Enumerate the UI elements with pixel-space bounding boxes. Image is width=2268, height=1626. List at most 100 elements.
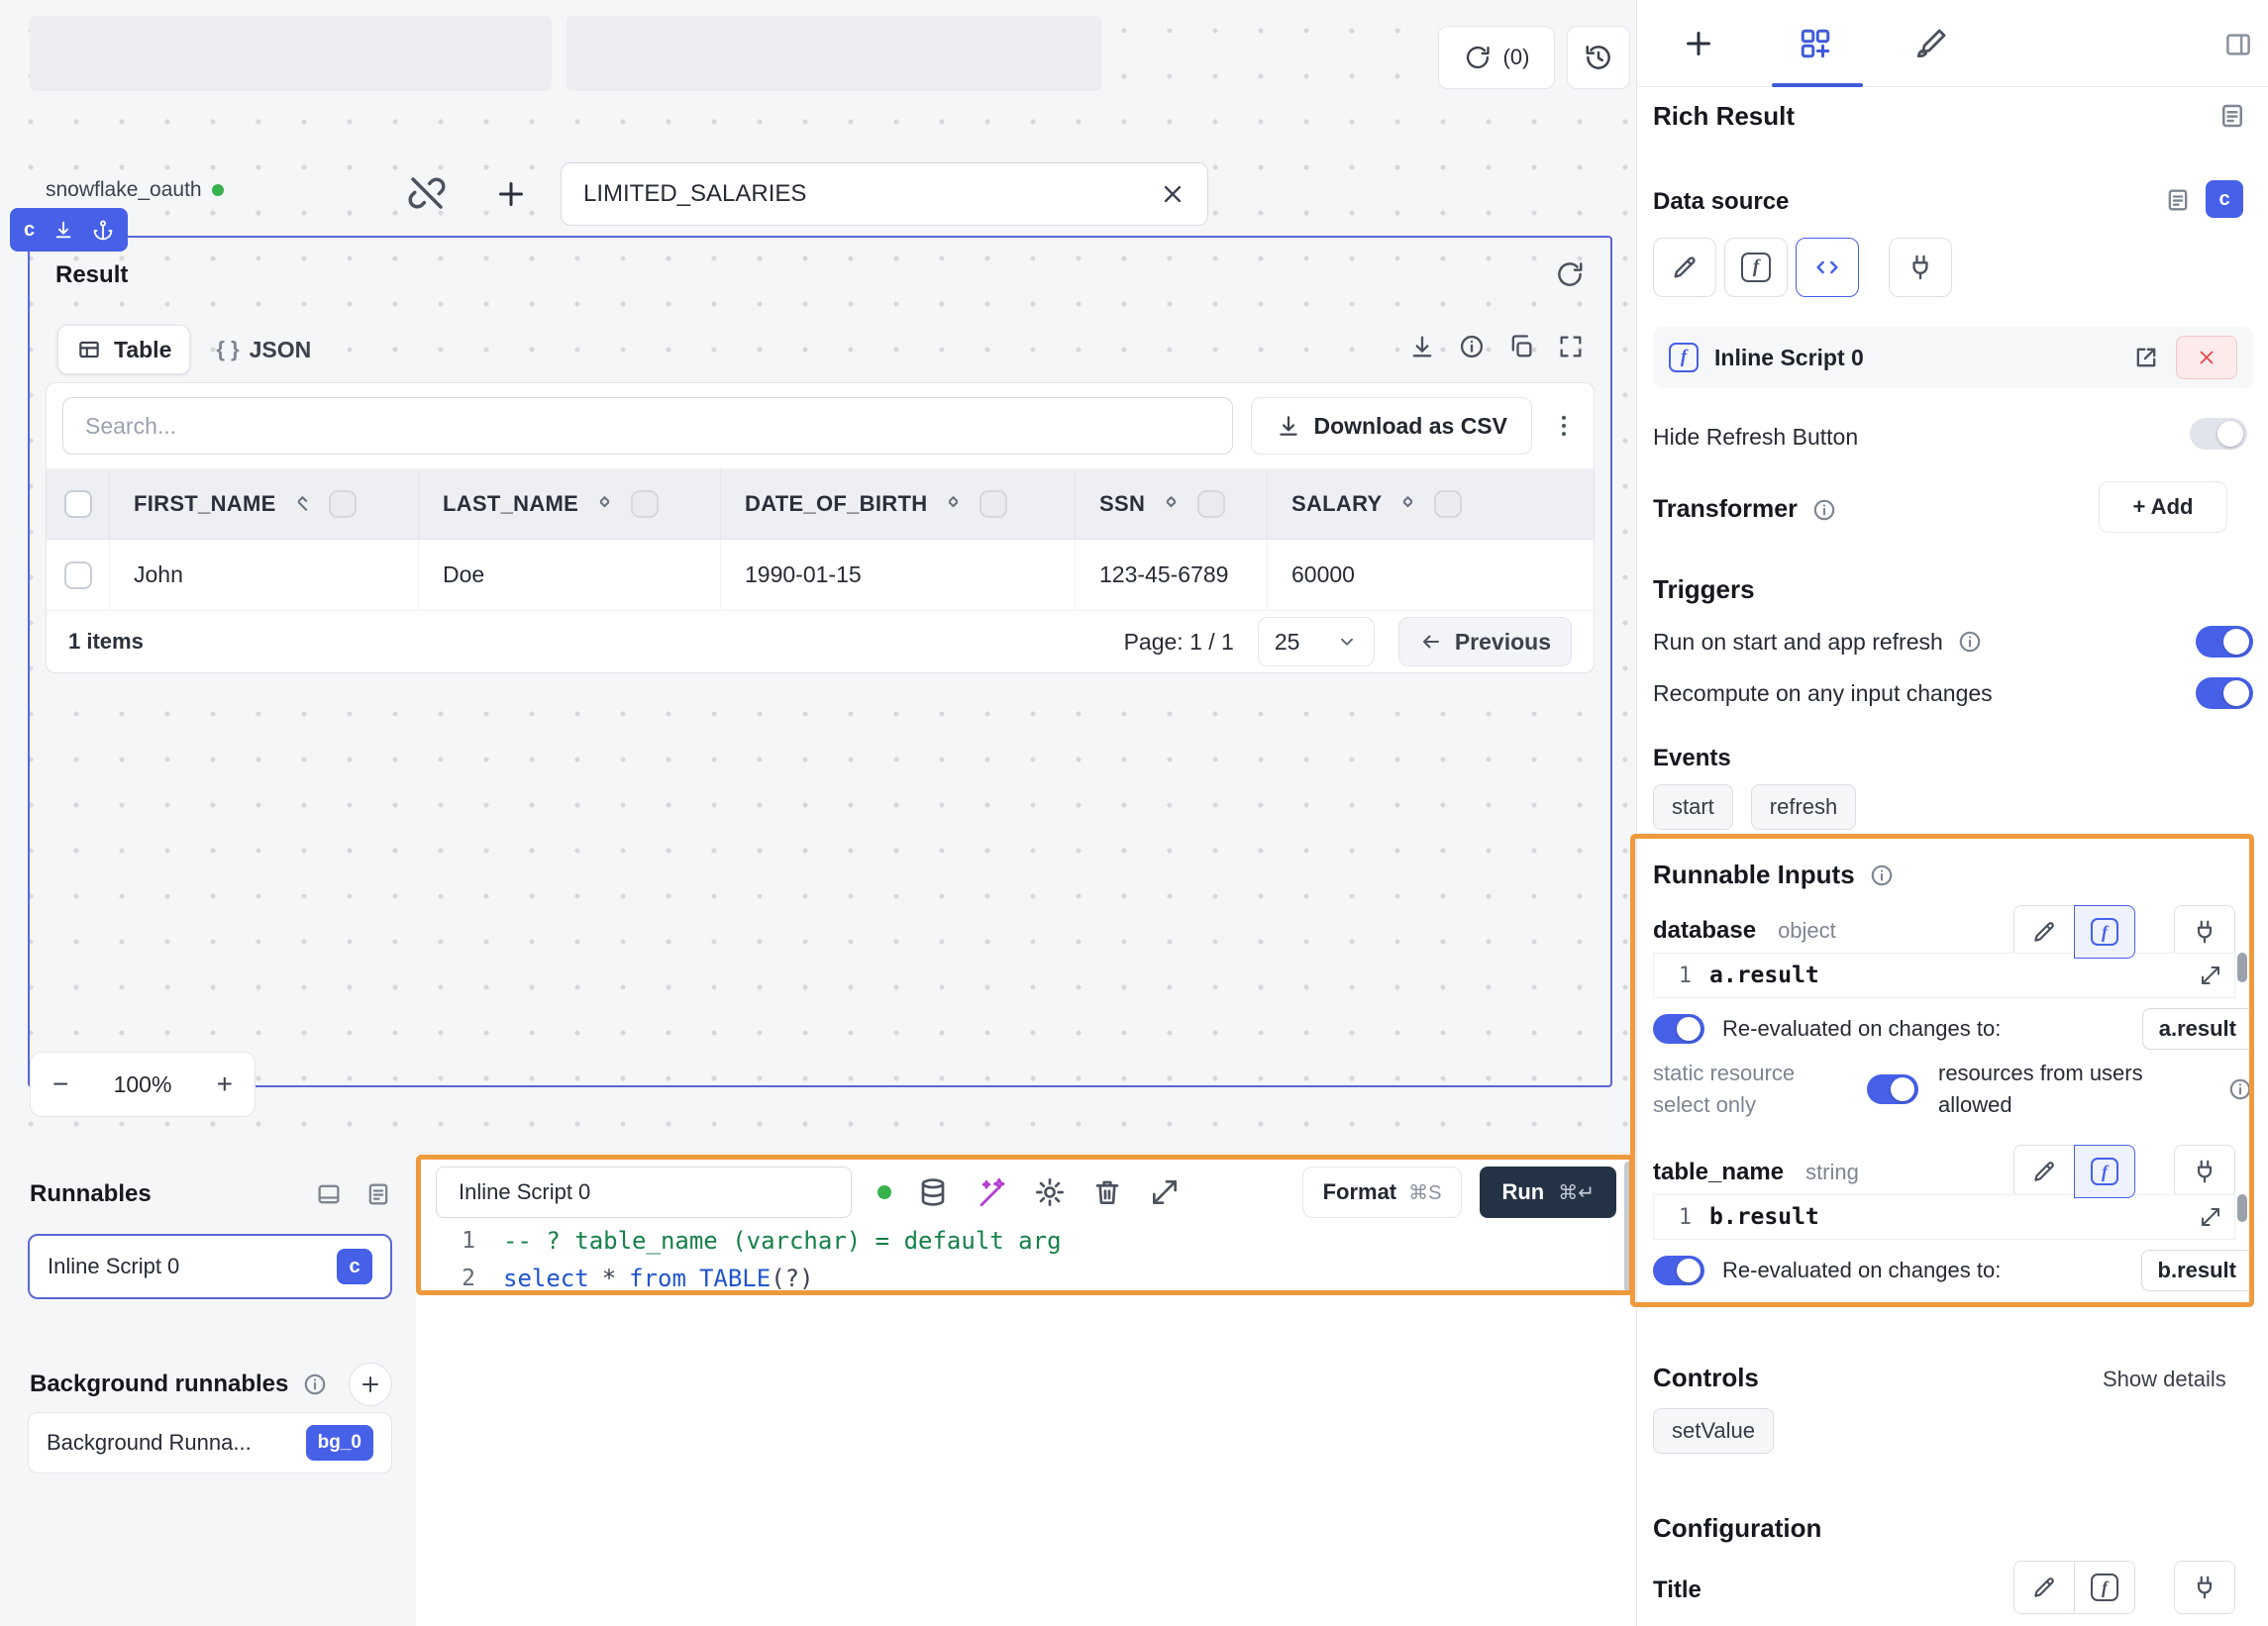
- expression-mode-button[interactable]: f: [2074, 1145, 2135, 1198]
- components-tab-icon[interactable]: [1798, 26, 1833, 61]
- settings-gear-icon[interactable]: [1034, 1176, 1066, 1208]
- recompute-toggle[interactable]: [2196, 677, 2253, 709]
- download-csv-button[interactable]: Download as CSV: [1251, 397, 1532, 455]
- column-checkbox[interactable]: [1197, 490, 1225, 518]
- source-script-item[interactable]: f Inline Script 0: [1653, 327, 2253, 388]
- add-background-runnable-button[interactable]: [349, 1363, 392, 1406]
- database-expression-editor[interactable]: 1 a.result: [1653, 953, 2235, 998]
- sort-icon[interactable]: [592, 491, 617, 516]
- info-icon[interactable]: [1458, 333, 1486, 360]
- code-line-1[interactable]: 1 -- ? table_name (varchar) = default ar…: [428, 1227, 1062, 1255]
- history-button[interactable]: [1567, 26, 1630, 89]
- source-type-connect-button[interactable]: [1889, 238, 1952, 297]
- resources-from-users-toggle[interactable]: [1867, 1074, 1918, 1104]
- anchor-icon[interactable]: [92, 219, 114, 241]
- column-header-first-name[interactable]: FIRST_NAME: [110, 468, 419, 539]
- expand-editor-icon[interactable]: [1149, 1176, 1181, 1208]
- expression-scrollbar[interactable]: [2237, 953, 2247, 982]
- column-header-date-of-birth[interactable]: DATE_OF_BIRTH: [721, 468, 1076, 539]
- event-chip-refresh[interactable]: refresh: [1751, 784, 1856, 830]
- sort-icon[interactable]: [290, 491, 315, 516]
- zoom-out-button[interactable]: −: [52, 1068, 68, 1100]
- script-name-input[interactable]: [436, 1167, 852, 1218]
- table-name-expression-editor[interactable]: 1 b.result: [1653, 1194, 2235, 1240]
- move-down-icon[interactable]: [52, 219, 74, 241]
- info-icon[interactable]: [302, 1372, 328, 1397]
- select-all-checkbox[interactable]: [64, 490, 92, 518]
- hide-refresh-toggle[interactable]: [2190, 418, 2247, 450]
- static-mode-button[interactable]: [2013, 1561, 2075, 1614]
- row-checkbox[interactable]: [64, 561, 92, 589]
- title-connect-button[interactable]: [2174, 1561, 2235, 1614]
- background-runnable-item[interactable]: Background Runna... bg_0: [28, 1412, 392, 1474]
- code-line-2[interactable]: 2 select * from TABLE (?): [428, 1265, 814, 1292]
- sidebar-toggle-icon[interactable]: [2223, 30, 2253, 59]
- table-name-connect-button[interactable]: [2174, 1145, 2235, 1198]
- sort-icon[interactable]: [941, 491, 966, 516]
- reeval-ref-chip[interactable]: a.result: [2142, 1008, 2253, 1050]
- tab-table[interactable]: Table: [57, 325, 190, 374]
- runnable-item-inline-script[interactable]: Inline Script 0 c: [28, 1234, 392, 1299]
- column-checkbox[interactable]: [1434, 490, 1462, 518]
- tab-json[interactable]: { } JSON: [216, 337, 311, 363]
- column-header-last-name[interactable]: LAST_NAME: [419, 468, 721, 539]
- source-connection-badge[interactable]: c: [2206, 180, 2243, 218]
- result-refresh-icon[interactable]: [1555, 259, 1585, 289]
- docs-icon[interactable]: [2217, 101, 2247, 131]
- download-icon[interactable]: [1408, 333, 1436, 360]
- column-header-ssn[interactable]: SSN: [1076, 468, 1268, 539]
- show-details-link[interactable]: Show details: [2103, 1367, 2226, 1392]
- add-source-icon[interactable]: [493, 176, 529, 212]
- fullscreen-icon[interactable]: [1557, 333, 1585, 360]
- source-type-expression-button[interactable]: f: [1724, 238, 1788, 297]
- external-link-icon[interactable]: [2132, 344, 2160, 371]
- panel-collapse-icon[interactable]: [315, 1180, 343, 1208]
- info-icon[interactable]: [1869, 863, 1895, 888]
- table-name-reeval-toggle[interactable]: [1653, 1256, 1704, 1285]
- ai-wand-icon[interactable]: [975, 1175, 1008, 1209]
- clear-input-icon[interactable]: [1159, 180, 1186, 208]
- column-checkbox[interactable]: [329, 490, 357, 518]
- database-reeval-toggle[interactable]: [1653, 1014, 1704, 1044]
- expression-mode-button[interactable]: f: [2074, 905, 2135, 959]
- format-button[interactable]: Format ⌘S: [1302, 1167, 1463, 1218]
- search-input[interactable]: [62, 397, 1233, 455]
- database-icon[interactable]: [917, 1176, 949, 1208]
- zoom-in-button[interactable]: +: [217, 1068, 233, 1100]
- source-type-script-button[interactable]: [1796, 238, 1859, 297]
- column-checkbox[interactable]: [979, 490, 1007, 518]
- editor-scrollbar[interactable]: [1624, 1162, 1632, 1292]
- source-type-static-button[interactable]: [1653, 238, 1716, 297]
- column-header-salary[interactable]: SALARY: [1268, 468, 1594, 539]
- sort-icon[interactable]: [1159, 491, 1184, 516]
- static-mode-button[interactable]: [2013, 1145, 2075, 1198]
- trash-icon[interactable]: [1091, 1176, 1123, 1208]
- run-on-start-toggle[interactable]: [2196, 626, 2253, 658]
- panel-docs-icon[interactable]: [364, 1180, 392, 1208]
- expression-scrollbar[interactable]: [2237, 1194, 2247, 1222]
- insert-component-tab-icon[interactable]: [1681, 26, 1716, 61]
- unlink-icon[interactable]: [406, 172, 448, 214]
- copy-icon[interactable]: [1507, 333, 1535, 360]
- expand-expression-icon[interactable]: [2199, 964, 2222, 987]
- static-mode-button[interactable]: [2013, 905, 2075, 959]
- database-connect-button[interactable]: [2174, 905, 2235, 959]
- info-icon[interactable]: [1811, 497, 1837, 523]
- event-chip-start[interactable]: start: [1653, 784, 1733, 830]
- page-size-select[interactable]: 25: [1258, 617, 1375, 666]
- table-widget[interactable]: Result Table { } JSON: [28, 236, 1612, 1087]
- refresh-count-button[interactable]: (0): [1438, 26, 1555, 89]
- selection-toolbar[interactable]: c: [10, 208, 128, 252]
- expression-mode-button[interactable]: f: [2074, 1561, 2135, 1614]
- docs-icon[interactable]: [2164, 186, 2192, 214]
- column-checkbox[interactable]: [631, 490, 659, 518]
- kebab-menu-icon[interactable]: [1550, 412, 1578, 440]
- expand-expression-icon[interactable]: [2199, 1205, 2222, 1229]
- run-button[interactable]: Run ⌘↵: [1480, 1167, 1616, 1218]
- theme-brush-tab-icon[interactable]: [1914, 27, 1948, 60]
- control-chip-setvalue[interactable]: setValue: [1653, 1408, 1774, 1454]
- previous-page-button[interactable]: Previous: [1398, 617, 1572, 666]
- remove-source-button[interactable]: [2176, 336, 2237, 379]
- sort-icon[interactable]: [1395, 491, 1420, 516]
- info-icon[interactable]: [1957, 629, 1983, 655]
